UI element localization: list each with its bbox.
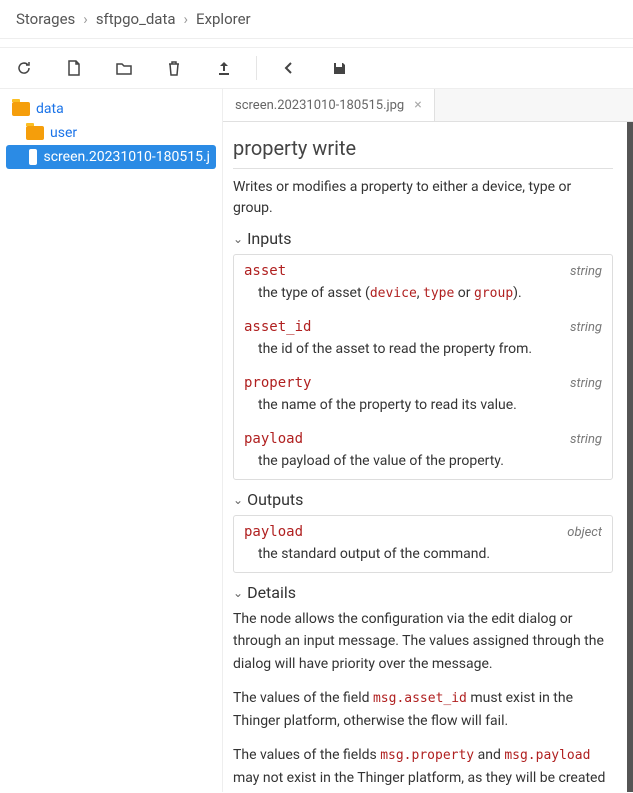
save-button[interactable] [325,54,353,82]
tree-folder-user[interactable]: user [6,121,216,145]
details-paragraph: The values of the field msg.asset_id mus… [233,687,613,732]
param-type: string [570,264,602,279]
param-desc: the name of the property to read its val… [244,391,602,419]
input-payload: payload string the payload of the value … [234,423,612,479]
param-name: asset_id [244,319,311,335]
details-paragraph: The node allows the configuration via th… [233,608,613,675]
breadcrumb-item[interactable]: Explorer [196,10,251,28]
breadcrumb-item[interactable]: Storages [16,10,75,28]
tree-label: data [36,101,64,117]
tree-label: screen.20231010-180515.j [43,149,210,165]
tab-label: screen.20231010-180515.jpg [235,98,404,113]
param-desc: the standard output of the command. [244,540,602,568]
param-type: object [567,525,602,540]
details-paragraph: The values of the fields msg.property an… [233,744,613,792]
param-type: string [570,432,602,447]
toolbar [0,47,633,89]
folder-open-icon [26,126,44,140]
param-type: string [570,320,602,335]
chevron-down-icon: ⌄ [233,493,243,507]
doc-title: property write [233,132,613,169]
file-tree: data user screen.20231010-180515.j [0,89,222,792]
section-outputs[interactable]: ⌄ Outputs [233,490,613,509]
param-desc: the payload of the value of the property… [244,447,602,475]
file-icon [29,149,38,165]
folder-open-icon [12,102,30,116]
param-name: property [244,375,311,391]
chevron-right-icon: › [184,10,189,28]
breadcrumb-item[interactable]: sftpgo_data [96,10,176,28]
param-type: string [570,376,602,391]
param-desc: the id of the asset to read the property… [244,335,602,363]
section-details[interactable]: ⌄ Details [233,583,613,602]
input-asset: asset string the type of asset (device, … [234,255,612,311]
output-payload: payload object the standard output of th… [234,516,612,572]
divider [256,56,257,80]
delete-button[interactable] [160,54,188,82]
inputs-box: asset string the type of asset (device, … [233,254,613,480]
tree-label: user [50,125,77,141]
breadcrumb: Storages › sftpgo_data › Explorer [0,0,633,39]
chevron-right-icon: › [83,10,88,28]
tab-file[interactable]: screen.20231010-180515.jpg × [223,89,435,121]
section-inputs[interactable]: ⌄ Inputs [233,229,613,248]
new-folder-button[interactable] [110,54,138,82]
tree-file-screenshot[interactable]: screen.20231010-180515.j [6,145,216,169]
param-name: payload [244,431,303,447]
input-asset-id: asset_id string the id of the asset to r… [234,311,612,367]
document-viewer: property write Writes or modifies a prop… [223,122,633,792]
new-file-button[interactable] [60,54,88,82]
tree-folder-data[interactable]: data [6,97,216,121]
chevron-down-icon: ⌄ [233,586,243,600]
refresh-button[interactable] [10,54,38,82]
param-desc: the type of asset (device, type or group… [244,279,602,307]
param-name: asset [244,263,286,279]
input-property: property string the name of the property… [234,367,612,423]
upload-button[interactable] [210,54,238,82]
close-icon[interactable]: × [414,97,421,113]
chevron-down-icon: ⌄ [233,232,243,246]
back-button[interactable] [275,54,303,82]
tab-bar: screen.20231010-180515.jpg × [223,89,633,122]
doc-description: Writes or modifies a property to either … [233,177,613,219]
outputs-box: payload object the standard output of th… [233,515,613,573]
param-name: payload [244,524,303,540]
